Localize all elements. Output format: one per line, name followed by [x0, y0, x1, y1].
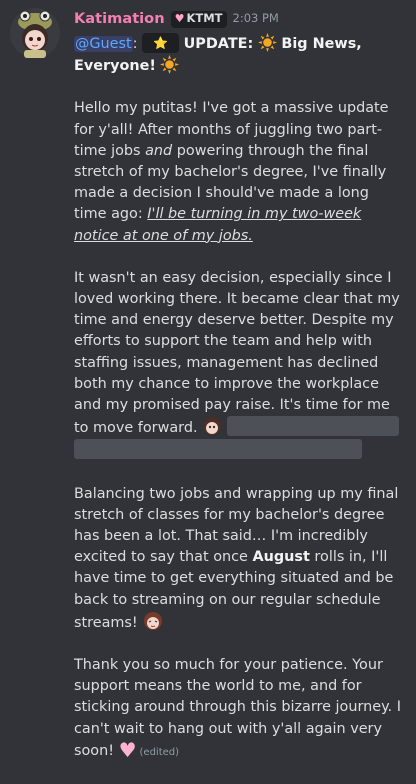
message-header: Katimation ♥ KTMT 2:03 PM — [74, 8, 402, 30]
paragraph-4: Thank you so much for your patience. You… — [74, 655, 402, 763]
p2-text: It wasn't an easy decision, especially s… — [74, 269, 400, 437]
star-icon: ⭐ — [153, 36, 169, 50]
timestamp[interactable]: 2:03 PM — [233, 8, 279, 29]
character-emote-icon — [144, 611, 163, 630]
avatar[interactable] — [10, 8, 60, 58]
paragraph-2: It wasn't an easy decision, especially s… — [74, 268, 402, 463]
user-mention[interactable]: @Guest — [74, 36, 133, 52]
p3-bold: August — [252, 549, 310, 566]
p1-emphasis: and — [145, 142, 173, 159]
sun-icon — [257, 33, 277, 52]
sun-icon — [160, 55, 180, 75]
headline-prefix: UPDATE: — [183, 36, 254, 52]
message: Katimation ♥ KTMT 2:03 PM @Guest: ⭐ UPDA… — [0, 0, 416, 763]
paragraph-3: Balancing two jobs and wrapping up my fi… — [74, 484, 402, 634]
inline-badge: ⭐ — [142, 33, 180, 53]
message-content: @Guest: ⭐ UPDATE: Big News, Everyone! He… — [74, 33, 402, 763]
spoiler-block[interactable] — [74, 439, 362, 460]
role-tag-label: KTMT — [186, 11, 223, 26]
role-tag[interactable]: ♥ KTMT — [170, 10, 227, 28]
pink-heart-icon: ♥ — [174, 12, 185, 26]
author-name[interactable]: Katimation — [74, 8, 165, 29]
heart-icon: ♥ — [118, 737, 137, 762]
spoiler-block[interactable] — [226, 416, 399, 437]
headline: @Guest: ⭐ UPDATE: Big News, Everyone! — [74, 33, 402, 77]
edited-label: (edited) — [139, 746, 180, 758]
mention-suffix: : — [132, 36, 138, 52]
paragraph-1: Hello my putitas! I've got a massive upd… — [74, 98, 402, 246]
character-emote-icon — [203, 417, 222, 436]
